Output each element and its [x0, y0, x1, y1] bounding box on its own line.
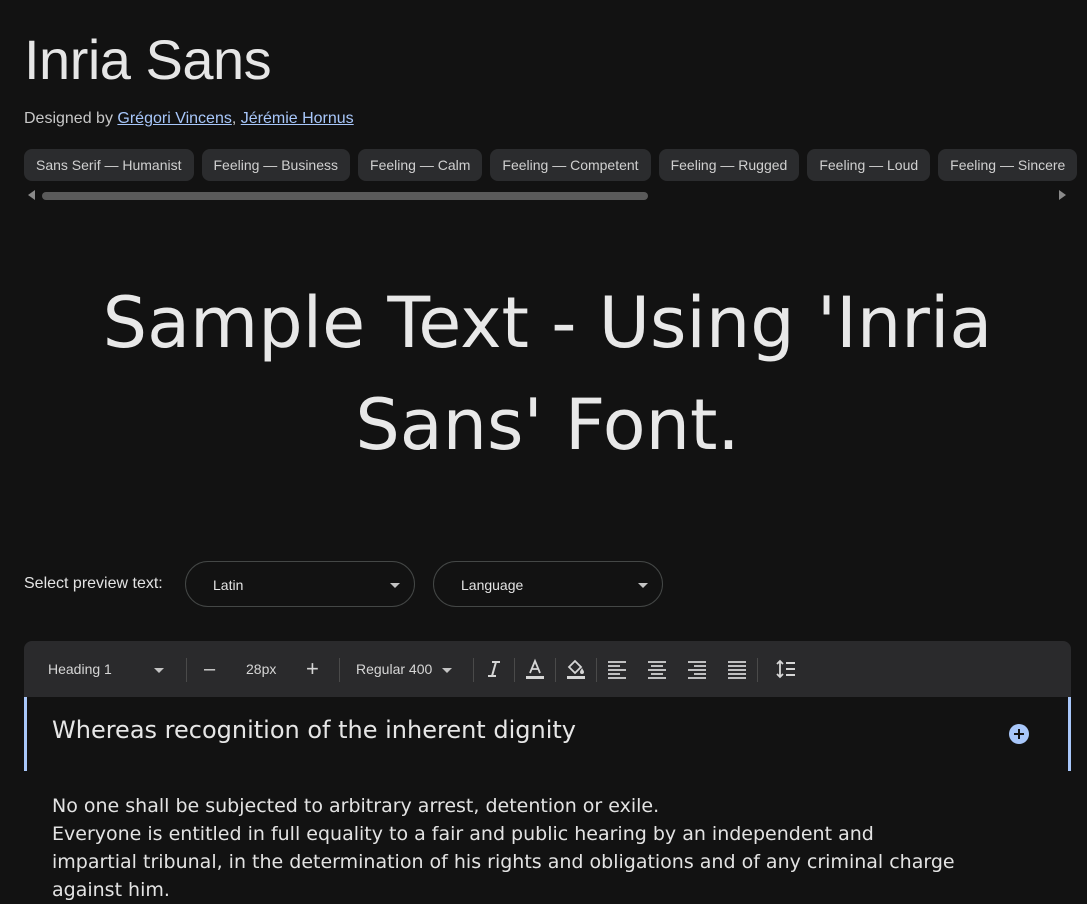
align-right-icon[interactable]: [685, 657, 709, 681]
text-style-dropdown[interactable]: Heading 1: [48, 641, 164, 697]
tag-chip[interactable]: Feeling — Business: [201, 149, 351, 181]
toolbar-divider: [339, 658, 340, 682]
tag-chip[interactable]: Feeling — Sincere: [938, 149, 1078, 181]
chevron-down-icon: [153, 667, 164, 673]
toolbar-divider: [473, 658, 474, 682]
tag-chip[interactable]: Sans Serif — Humanist: [24, 149, 194, 181]
editor-paragraph[interactable]: No one shall be subjected to arbitrary a…: [52, 792, 962, 820]
sample-text-preview: Sample Text - Using 'Inria Sans' Font.: [102, 282, 993, 466]
language-select[interactable]: Language: [433, 561, 663, 607]
chevron-down-icon: [390, 583, 400, 588]
add-circle-icon[interactable]: [1009, 724, 1029, 744]
italic-icon[interactable]: [482, 657, 506, 681]
editor-heading-row[interactable]: Whereas recognition of the inherent dign…: [24, 697, 1071, 771]
highlight-color-icon[interactable]: [564, 657, 588, 681]
text-color-icon[interactable]: [523, 657, 547, 681]
align-left-icon[interactable]: [605, 657, 629, 681]
tag-scrollbar-thumb[interactable]: [42, 192, 648, 200]
decrease-size-button[interactable]: –: [204, 641, 215, 697]
scroll-right-arrow-icon[interactable]: [1059, 190, 1066, 200]
font-weight-value: Regular 400: [356, 661, 433, 677]
toolbar-divider: [757, 658, 758, 682]
chevron-down-icon: [442, 667, 453, 673]
designer-link-1[interactable]: Grégori Vincens: [117, 110, 231, 127]
tag-chip[interactable]: Feeling — Rugged: [658, 149, 800, 181]
editor-paragraph[interactable]: Everyone is entitled in full equality to…: [52, 820, 962, 904]
increase-size-button[interactable]: +: [306, 641, 319, 697]
editor-body[interactable]: No one shall be subjected to arbitrary a…: [52, 792, 962, 904]
toolbar-divider: [555, 658, 556, 682]
toolbar-divider: [514, 658, 515, 682]
tag-chip[interactable]: Feeling — Competent: [490, 149, 651, 181]
font-size-value[interactable]: 28px: [246, 641, 276, 697]
toolbar-divider: [596, 658, 597, 682]
editor-toolbar: Heading 1 – 28px + Regular 400: [24, 641, 1071, 697]
tag-chip[interactable]: Feeling — Loud: [807, 149, 931, 181]
designer-separator: ,: [231, 110, 237, 127]
designed-by-label: Designed by: [24, 110, 113, 127]
font-weight-dropdown[interactable]: Regular 400: [356, 641, 453, 697]
tag-chip[interactable]: Feeling — Calm: [358, 149, 483, 181]
chevron-down-icon: [638, 583, 648, 588]
text-style-value: Heading 1: [48, 661, 112, 677]
align-center-icon[interactable]: [645, 657, 669, 681]
script-select[interactable]: Latin: [185, 561, 415, 607]
editor-heading-text[interactable]: Whereas recognition of the inherent dign…: [52, 716, 576, 744]
tag-scrollbar[interactable]: [42, 192, 1052, 200]
scroll-left-arrow-icon[interactable]: [28, 190, 35, 200]
font-title: Inria Sans: [24, 28, 272, 91]
tag-list: Sans Serif — Humanist Feeling — Business…: [24, 149, 1087, 181]
designer-link-2[interactable]: Jérémie Hornus: [241, 110, 354, 127]
preview-text-label: Select preview text:: [24, 575, 163, 592]
align-justify-icon[interactable]: [725, 657, 749, 681]
designer-credits: Designed by Grégori Vincens, Jérémie Hor…: [24, 110, 354, 128]
language-select-value: Language: [461, 577, 524, 593]
line-spacing-icon[interactable]: [774, 657, 798, 681]
script-select-value: Latin: [213, 577, 244, 593]
toolbar-divider: [186, 658, 187, 682]
